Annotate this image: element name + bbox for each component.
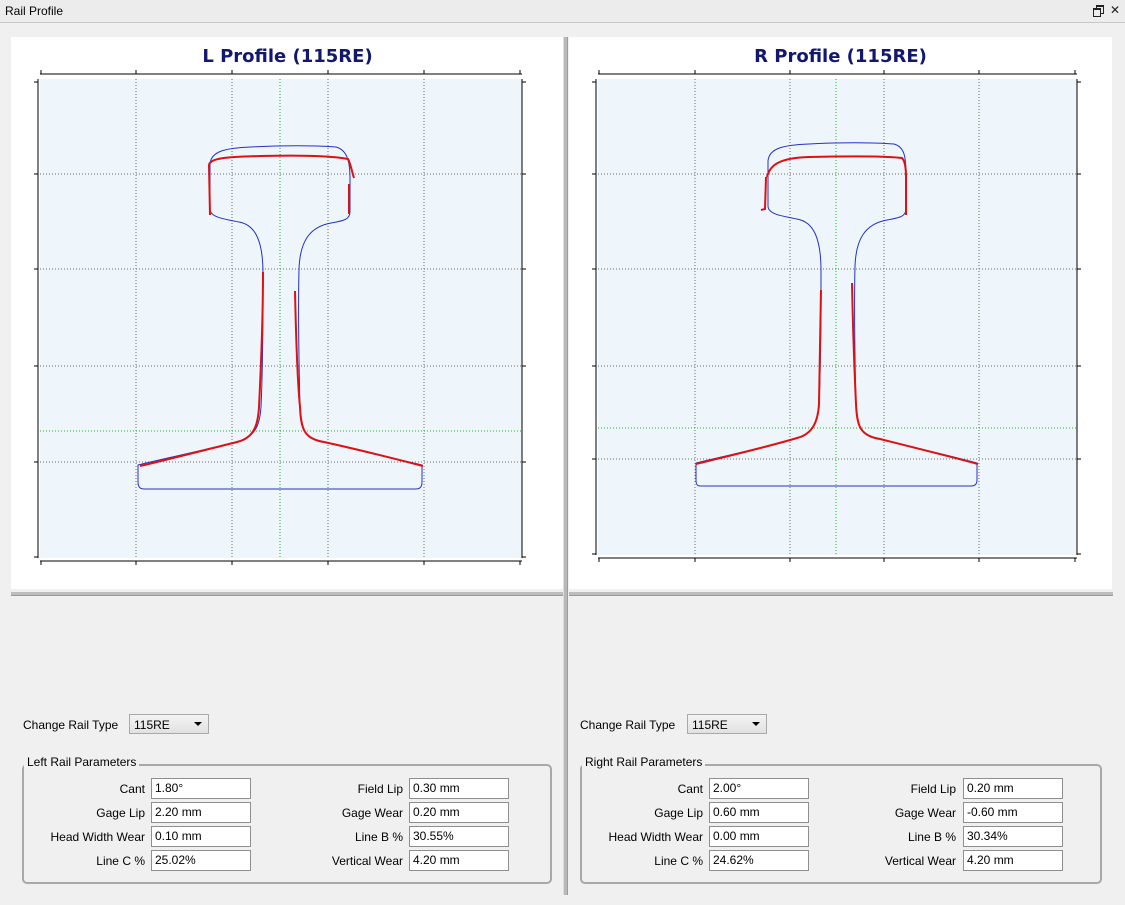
- left-change-rail-type-label: Change Rail Type: [23, 718, 119, 732]
- window-title: Rail Profile: [5, 4, 64, 18]
- right-head-width-wear-label: Head Width Wear: [608, 830, 703, 844]
- restore-window-button[interactable]: [1091, 3, 1105, 17]
- right-horizontal-splitter[interactable]: [569, 592, 1113, 596]
- right-line-c-field[interactable]: 24.62%: [709, 850, 809, 871]
- dropdown-arrow-icon: [752, 722, 760, 726]
- left-head-width-wear-label: Head Width Wear: [50, 830, 145, 844]
- left-gage-lip-field[interactable]: 2.20 mm: [151, 802, 251, 823]
- left-vertical-wear-label: Vertical Wear: [331, 854, 403, 868]
- right-cant-field[interactable]: 2.00°: [709, 778, 809, 799]
- left-rail-type-select[interactable]: 115RE: [129, 714, 209, 734]
- right-profile-plot: [592, 70, 1081, 562]
- left-rail-parameters-title: Left Rail Parameters: [24, 755, 140, 769]
- right-vertical-wear-field[interactable]: 4.20 mm: [963, 850, 1063, 871]
- right-head-width-wear-field[interactable]: 0.00 mm: [709, 826, 809, 847]
- left-field-lip-label: Field Lip: [357, 782, 403, 796]
- left-rail-type-value: 115RE: [134, 718, 170, 732]
- left-cant-label: Cant: [119, 782, 145, 796]
- right-vertical-wear-label: Vertical Wear: [884, 854, 956, 868]
- right-rail-type-value: 115RE: [692, 718, 728, 732]
- plot-area: [598, 79, 1077, 555]
- left-head-width-wear-field[interactable]: 0.10 mm: [151, 826, 251, 847]
- left-chart-title: L Profile (115RE): [202, 46, 373, 67]
- window-titlebar: Rail Profile ✕: [0, 0, 1125, 23]
- left-gage-lip-label: Gage Lip: [96, 806, 145, 820]
- right-chart-title: R Profile (115RE): [754, 46, 927, 67]
- right-line-b-label: Line B %: [907, 830, 956, 844]
- right-field-lip-label: Field Lip: [910, 782, 956, 796]
- left-line-c-label: Line C %: [96, 854, 145, 868]
- right-gage-lip-label: Gage Lip: [654, 806, 703, 820]
- right-profile-chart: R Profile (115RE): [569, 37, 1112, 589]
- left-vertical-wear-field[interactable]: 4.20 mm: [409, 850, 509, 871]
- plot-area: [40, 79, 522, 558]
- dropdown-arrow-icon: [194, 722, 202, 726]
- left-gage-wear-label: Gage Wear: [341, 806, 403, 820]
- right-gage-wear-field[interactable]: -0.60 mm: [963, 802, 1063, 823]
- left-line-b-label: Line B %: [354, 830, 403, 844]
- right-cant-label: Cant: [677, 782, 703, 796]
- left-field-lip-field[interactable]: 0.30 mm: [409, 778, 509, 799]
- right-gage-lip-field[interactable]: 0.60 mm: [709, 802, 809, 823]
- left-gage-wear-field[interactable]: 0.20 mm: [409, 802, 509, 823]
- left-cant-field[interactable]: 1.80°: [151, 778, 251, 799]
- left-line-b-field[interactable]: 30.55%: [409, 826, 509, 847]
- left-horizontal-splitter[interactable]: [11, 592, 563, 596]
- right-line-b-field[interactable]: 30.34%: [963, 826, 1063, 847]
- right-change-rail-type-label: Change Rail Type: [580, 718, 676, 732]
- left-profile-chart: L Profile (115RE): [11, 37, 564, 589]
- right-field-lip-field[interactable]: 0.20 mm: [963, 778, 1063, 799]
- vertical-splitter[interactable]: [563, 37, 568, 895]
- left-profile-plot: [34, 70, 526, 565]
- right-rail-parameters-title: Right Rail Parameters: [582, 755, 706, 769]
- right-line-c-label: Line C %: [654, 854, 703, 868]
- left-line-c-field[interactable]: 25.02%: [151, 850, 251, 871]
- right-gage-wear-label: Gage Wear: [894, 806, 956, 820]
- right-rail-type-select[interactable]: 115RE: [687, 714, 767, 734]
- restore-icon: [1091, 3, 1105, 17]
- close-window-button[interactable]: ✕: [1108, 3, 1122, 17]
